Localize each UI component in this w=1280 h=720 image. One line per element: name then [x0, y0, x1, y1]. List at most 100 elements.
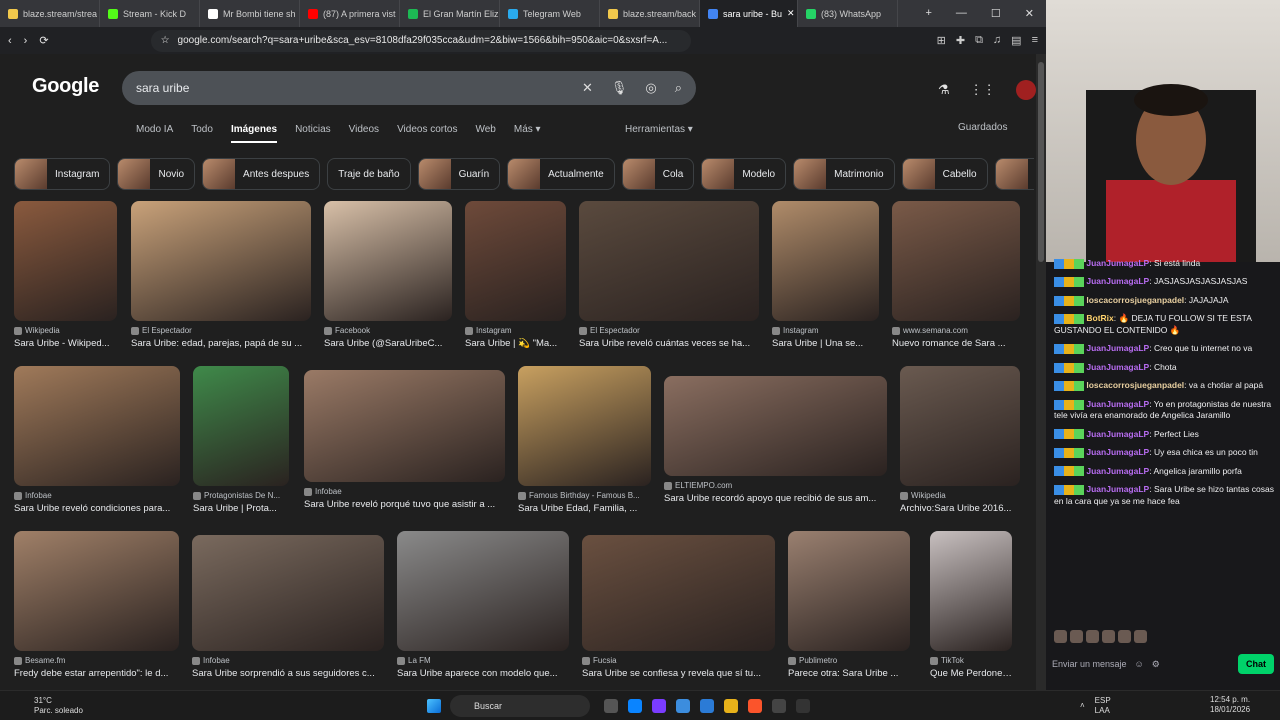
tray-chevron-icon[interactable]: ˄	[1080, 701, 1085, 710]
settings-icon[interactable]: ⚙	[1152, 659, 1160, 670]
folder-icon[interactable]	[724, 699, 738, 713]
reload-icon[interactable]: ⟳	[39, 34, 48, 47]
lens-icon[interactable]: ◎	[645, 80, 656, 96]
result-thumbnail[interactable]	[465, 201, 566, 321]
browser-tab[interactable]: Stream - Kick D	[100, 0, 200, 27]
search-tab[interactable]: Imágenes	[230, 124, 278, 143]
result-title[interactable]: Sara Uribe (@SaraUribeC...	[324, 338, 452, 349]
close-tab-icon[interactable]: ✕	[787, 8, 795, 19]
emote[interactable]	[1102, 630, 1115, 643]
result-thumbnail[interactable]	[324, 201, 452, 321]
result-source[interactable]: Infobae	[304, 487, 505, 496]
chat-username[interactable]: JuanJumagaLP	[1086, 447, 1149, 457]
edge-icon[interactable]	[628, 699, 642, 713]
bookmark-icon[interactable]: ☆	[161, 35, 170, 46]
filter-chip[interactable]: Traje de baño	[327, 158, 411, 190]
browser-tab[interactable]: Mr Bombi tiene sh	[200, 0, 300, 27]
filter-chip[interactable]: Actualmente	[507, 158, 615, 190]
filter-chip[interactable]: Modelo	[701, 158, 787, 190]
result-thumbnail[interactable]	[14, 531, 179, 651]
result-thumbnail[interactable]	[930, 531, 1012, 651]
close-window-icon[interactable]: ✕	[1025, 7, 1034, 20]
result-source[interactable]: Fucsia	[582, 656, 775, 665]
filter-chip[interactable]: Cola	[621, 158, 695, 190]
image-result[interactable]: Wikipedia Archivo:Sara Uribe 2016...	[900, 366, 1020, 514]
scrollbar[interactable]	[1036, 54, 1046, 690]
chat-username[interactable]: JuanJumagaLP	[1086, 429, 1149, 439]
result-thumbnail[interactable]	[900, 366, 1020, 486]
result-thumbnail[interactable]	[304, 370, 505, 482]
music-icon[interactable]: ♫	[993, 34, 1001, 47]
search-tab[interactable]: Modo IA	[136, 124, 173, 143]
image-result[interactable]: Infobae Sara Uribe sorprendió a sus segui…	[192, 535, 384, 679]
search-box[interactable]: sara uribe ✕ 🎙 ◎ ⌕	[122, 71, 696, 105]
image-result[interactable]: Wikipedia Sara Uribe - Wikiped...	[14, 201, 117, 349]
chat-username[interactable]: BotRix	[1086, 313, 1113, 323]
obs-icon[interactable]	[796, 699, 810, 713]
search-tab[interactable]: Videos	[349, 124, 379, 143]
brave-icon[interactable]	[748, 699, 762, 713]
maximize-icon[interactable]: ☐	[991, 7, 1001, 20]
clear-icon[interactable]: ✕	[582, 80, 593, 96]
chat-input[interactable]: Enviar un mensaje	[1052, 659, 1127, 669]
search-tab[interactable]: Web	[475, 124, 495, 143]
result-thumbnail[interactable]	[582, 535, 775, 651]
puzzle-icon[interactable]: ⧉	[975, 34, 983, 47]
apps-icon[interactable]: ⋮⋮	[970, 82, 996, 98]
result-source[interactable]: El Espectador	[579, 326, 759, 335]
app-icon[interactable]	[652, 699, 666, 713]
search-tab[interactable]: Más ▾	[514, 124, 541, 143]
result-thumbnail[interactable]	[892, 201, 1020, 321]
chat-username[interactable]: JuanJumagaLP	[1086, 399, 1149, 409]
search-tab[interactable]: Todo	[191, 124, 213, 143]
result-source[interactable]: ELTIEMPO.com	[664, 481, 887, 490]
result-source[interactable]: Facebook	[324, 326, 452, 335]
result-thumbnail[interactable]	[192, 535, 384, 651]
result-title[interactable]: Sara Uribe | 💫 "Ma...	[465, 338, 566, 349]
result-title[interactable]: Sara Uribe | Una se...	[772, 338, 879, 349]
filter-chip[interactable]: Cabello	[901, 158, 988, 190]
filter-chip[interactable]: Pareja	[994, 158, 1034, 190]
result-source[interactable]: Wikipedia	[14, 326, 117, 335]
result-source[interactable]: Publimetro	[788, 656, 910, 665]
chat-username[interactable]: JuanJumagaLP	[1086, 276, 1149, 286]
result-source[interactable]: Protagonistas De N...	[193, 491, 289, 500]
sidebar-icon[interactable]: ▤	[1011, 34, 1021, 47]
result-thumbnail[interactable]	[131, 201, 311, 321]
result-title[interactable]: Sara Uribe se confiesa y revela que sí t…	[582, 668, 775, 679]
image-result[interactable]: Protagonistas De N... Sara Uribe | Prota.…	[193, 366, 289, 514]
result-title[interactable]: Sara Uribe aparece con modelo que...	[397, 668, 569, 679]
image-result[interactable]: Publimetro Parece otra: Sara Uribe ...	[788, 531, 910, 679]
result-source[interactable]: Besame.fm	[14, 656, 179, 665]
emote[interactable]	[1086, 630, 1099, 643]
chat-username[interactable]: JuanJumagaLP	[1086, 362, 1149, 372]
result-title[interactable]: Archivo:Sara Uribe 2016...	[900, 503, 1020, 514]
forward-icon[interactable]: ›	[24, 35, 28, 47]
menu-icon[interactable]: ≡	[1032, 34, 1038, 47]
browser-tab[interactable]: blaze.stream/back	[600, 0, 700, 27]
result-source[interactable]: TikTok	[930, 656, 1012, 665]
result-title[interactable]: Sara Uribe | Prota...	[193, 503, 289, 514]
image-result[interactable]: Instagram Sara Uribe | 💫 "Ma...	[465, 201, 566, 349]
result-thumbnail[interactable]	[14, 366, 180, 486]
search-tab[interactable]: Noticias	[295, 124, 331, 143]
taskview-icon[interactable]	[604, 699, 618, 713]
app-icon[interactable]	[700, 699, 714, 713]
result-source[interactable]: Instagram	[772, 326, 879, 335]
result-title[interactable]: Que Me Perdone L...	[930, 668, 1012, 679]
image-result[interactable]: Infobae Sara Uribe reveló porqué tuvo que…	[304, 370, 505, 510]
result-source[interactable]: www.semana.com	[892, 326, 1020, 335]
extension-icon[interactable]: ✚	[956, 34, 965, 47]
result-source[interactable]: Famous Birthday - Famous B...	[518, 491, 651, 500]
result-source[interactable]: Infobae	[192, 656, 384, 665]
emote[interactable]	[1134, 630, 1147, 643]
chat-send-button[interactable]: Chat	[1238, 654, 1274, 674]
search-input[interactable]: sara uribe	[136, 81, 189, 95]
browser-tab[interactable]: blaze.stream/strea	[0, 0, 100, 27]
minimize-icon[interactable]: —	[956, 7, 967, 20]
filter-chip[interactable]: Matrimonio	[793, 158, 895, 190]
chat-username[interactable]: JuanJumagaLP	[1086, 484, 1149, 494]
result-title[interactable]: Sara Uribe recordó apoyo que recibió de …	[664, 493, 887, 504]
image-result[interactable]: TikTok Que Me Perdone L...	[930, 531, 1012, 679]
filter-chip[interactable]: Antes despues	[202, 158, 321, 190]
